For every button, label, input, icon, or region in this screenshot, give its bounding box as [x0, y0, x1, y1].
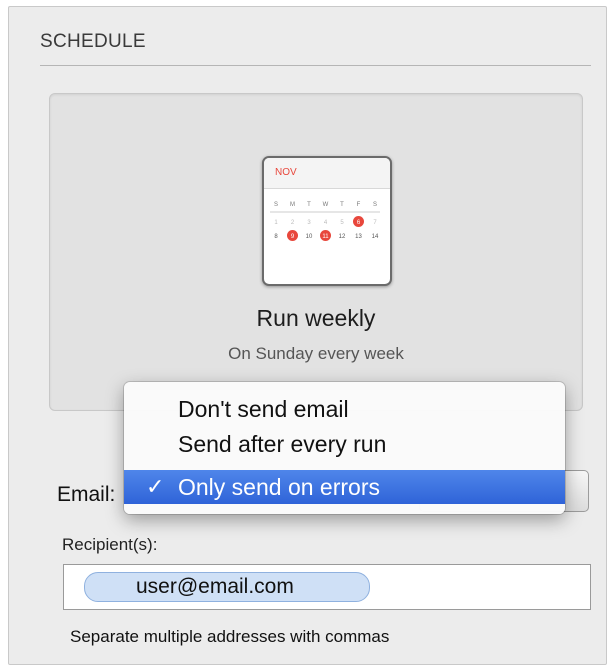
recipients-input[interactable]: user@email.com [63, 564, 591, 610]
recipients-help-text: Separate multiple addresses with commas [70, 627, 390, 646]
schedule-title: Run weekly [256, 305, 376, 331]
calendar-day: 4 [324, 220, 328, 226]
recipients-label: Recipient(s): [62, 535, 158, 554]
calendar-weekday: T [307, 202, 311, 208]
calendar-day: 12 [339, 234, 346, 240]
calendar-day: 1 [274, 220, 278, 226]
calendar-weekday: S [274, 202, 278, 208]
calendar-weekday: S [373, 202, 377, 208]
calendar-day: 14 [372, 234, 379, 240]
schedule-card[interactable]: NOV S M T W T F S 1 2 3 4 5 6 7 8 9 10 11 12 13 14 Run weekl… [49, 93, 583, 411]
calendar-header: NOV [264, 158, 390, 189]
calendar-icon: NOV S M T W T F S 1 2 3 4 5 6 7 8 9 10 11 12 13 14 [262, 156, 392, 286]
menu-item-only-send-on-errors[interactable]: ✓ Only send on errors [124, 470, 565, 504]
calendar-day: 10 [306, 234, 313, 240]
menu-item-label: Only send on errors [178, 474, 380, 500]
calendar-month: NOV [275, 167, 297, 178]
recipient-token[interactable]: user@email.com [84, 572, 370, 602]
calendar-weekday: F [357, 202, 361, 208]
schedule-subtitle: On Sunday every week [228, 344, 404, 363]
calendar-day: 7 [373, 220, 377, 226]
recipient-token-label: user@email.com [136, 575, 294, 598]
calendar-grid: S M T W T F S1 2 3 4 5 6 78 9 10 11 12 13 14 [270, 202, 380, 241]
calendar-day: 11 [322, 234, 329, 240]
checkmark-icon: ✓ [146, 474, 165, 499]
schedule-panel: SCHEDULE NOV S M T W T F S 1 2 3 4 5 6 7 8 9 10 11 12 13 14 … [8, 6, 607, 665]
menu-item-dont-send-email[interactable]: Don't send email [124, 392, 565, 426]
calendar-day: 13 [355, 234, 362, 240]
menu-item-label: Don't send email [178, 396, 349, 422]
email-dropdown-menu: Don't send email Send after every run ✓ … [124, 382, 565, 514]
calendar-day: 3 [307, 220, 311, 226]
calendar-day: 5 [340, 220, 344, 226]
section-title: SCHEDULE [40, 31, 146, 52]
calendar-weekday: W [323, 202, 329, 208]
email-label: Email: [57, 483, 116, 506]
section-divider [40, 65, 591, 66]
calendar-weekday: M [290, 202, 295, 208]
calendar-day: 2 [291, 220, 295, 226]
menu-item-label: Send after every run [178, 431, 387, 457]
menu-item-send-after-every-run[interactable]: Send after every run [124, 427, 565, 461]
calendar-weekday: T [340, 202, 344, 208]
calendar-day: 8 [274, 234, 278, 240]
